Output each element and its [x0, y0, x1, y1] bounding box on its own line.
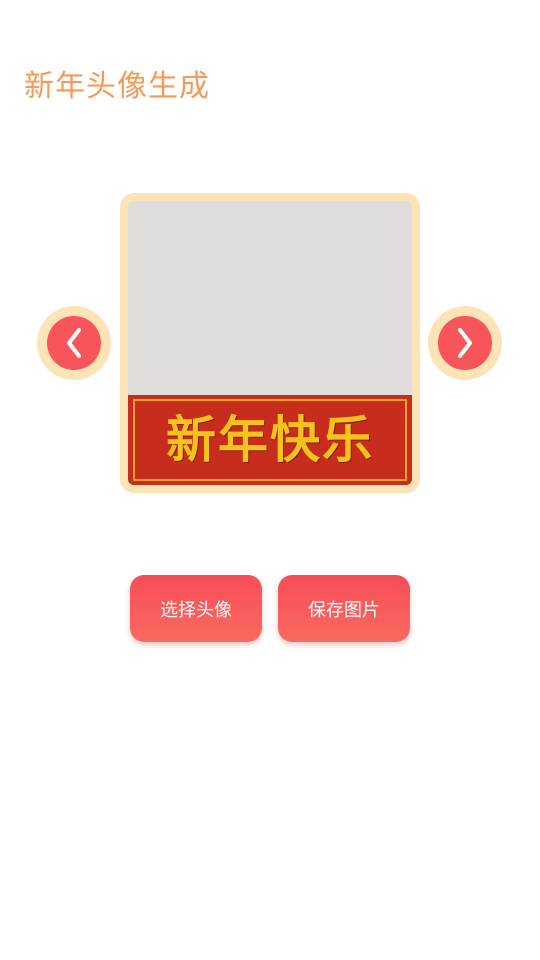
- choose-avatar-button[interactable]: 选择头像: [130, 575, 262, 642]
- next-frame-button[interactable]: [428, 306, 502, 380]
- page-title: 新年头像生成: [24, 69, 210, 104]
- chevron-right-icon: [458, 328, 472, 358]
- banner-border: 新年快乐: [133, 399, 407, 481]
- banner-text: 新年快乐: [166, 410, 374, 469]
- prev-button-circle: [47, 316, 101, 370]
- page: 新年头像生成 新年快乐 选择头像 保存图片: [0, 0, 540, 960]
- chevron-left-icon: [67, 328, 81, 358]
- new-year-banner: 新年快乐: [128, 395, 412, 485]
- prev-frame-button[interactable]: [37, 306, 111, 380]
- save-image-button[interactable]: 保存图片: [278, 575, 410, 642]
- avatar-placeholder[interactable]: [128, 201, 412, 395]
- next-button-circle: [438, 316, 492, 370]
- avatar-frame: 新年快乐: [120, 193, 420, 493]
